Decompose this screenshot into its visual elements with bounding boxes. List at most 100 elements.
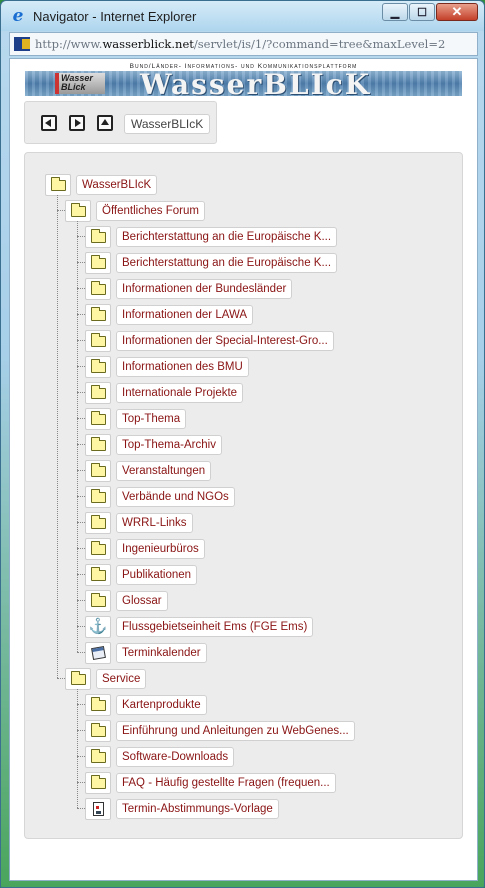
tree-node-item[interactable]: Berichterstattung an die Europäische K..… bbox=[85, 251, 338, 274]
tree-node-item-label[interactable]: Terminkalender bbox=[116, 642, 207, 663]
tree-node-root[interactable]: WasserBLIcK bbox=[45, 173, 158, 196]
banner-logo: Wasser BLick bbox=[55, 73, 105, 94]
folder-icon[interactable] bbox=[85, 537, 111, 560]
tree-node-item[interactable]: Top-Thema bbox=[85, 407, 187, 430]
tree-node-root-label[interactable]: WasserBLIcK bbox=[76, 174, 158, 195]
folder-icon[interactable] bbox=[45, 173, 71, 196]
tree-node-item[interactable]: Internationale Projekte bbox=[85, 381, 244, 404]
close-button[interactable]: ✕ bbox=[436, 3, 478, 21]
document-icon[interactable] bbox=[85, 797, 111, 820]
tree-node-item-label[interactable]: Informationen der Special-Interest-Gro..… bbox=[116, 330, 334, 351]
tree-node-item[interactable]: Einführung und Anleitungen zu WebGenes..… bbox=[85, 719, 355, 742]
tree-connector-line bbox=[77, 704, 85, 705]
anchor-icon[interactable]: ⚓ bbox=[85, 615, 111, 638]
tree-node-group-label[interactable]: Öffentliches Forum bbox=[96, 200, 205, 221]
tree-node-item-label[interactable]: Berichterstattung an die Europäische K..… bbox=[116, 252, 338, 273]
maximize-button[interactable]: ☐ bbox=[409, 3, 435, 21]
tree-connector-line bbox=[57, 195, 58, 678]
folder-icon[interactable] bbox=[65, 199, 91, 222]
tree-connector-line bbox=[77, 496, 85, 497]
tree-node-item[interactable]: Publikationen bbox=[85, 563, 198, 586]
tree-node-item[interactable]: Top-Thema-Archiv bbox=[85, 433, 222, 456]
folder-icon[interactable] bbox=[85, 459, 111, 482]
tree-node-item-label[interactable]: Internationale Projekte bbox=[116, 382, 244, 403]
tree-node-item-label[interactable]: Verbände und NGOs bbox=[116, 486, 235, 507]
tree-connector-line bbox=[77, 689, 78, 808]
tree-node-group-label[interactable]: Service bbox=[96, 668, 147, 689]
folder-icon[interactable] bbox=[85, 563, 111, 586]
forward-button[interactable] bbox=[69, 115, 85, 131]
folder-icon[interactable] bbox=[85, 225, 111, 248]
folder-icon[interactable] bbox=[65, 667, 91, 690]
tree-node-group[interactable]: Öffentliches Forum bbox=[65, 199, 205, 222]
tree-node-item[interactable]: FAQ - Häufig gestellte Fragen (frequen..… bbox=[85, 771, 336, 794]
folder-icon[interactable] bbox=[85, 381, 111, 404]
tree-node-item-label[interactable]: Informationen der LAWA bbox=[116, 304, 254, 325]
tree-node-item[interactable]: Informationen des BMU bbox=[85, 355, 249, 378]
folder-icon[interactable] bbox=[85, 771, 111, 794]
tree-node-item[interactable]: Veranstaltungen bbox=[85, 459, 212, 482]
tree-node-item[interactable]: Terminkalender bbox=[85, 641, 207, 664]
address-bar[interactable]: http://www.wasserblick.net/servlet/is/1/… bbox=[9, 32, 478, 56]
folder-icon[interactable] bbox=[85, 693, 111, 716]
folder-icon[interactable] bbox=[85, 329, 111, 352]
tree-node-item[interactable]: Berichterstattung an die Europäische K..… bbox=[85, 225, 338, 248]
tree-node-item[interactable]: Informationen der LAWA bbox=[85, 303, 254, 326]
tree-connector-line bbox=[77, 314, 85, 315]
folder-icon[interactable] bbox=[85, 485, 111, 508]
tree-node-item-label[interactable]: Publikationen bbox=[116, 564, 198, 585]
tree-connector-line bbox=[77, 288, 85, 289]
folder-icon[interactable] bbox=[85, 407, 111, 430]
folder-icon-graphic bbox=[90, 333, 106, 347]
folder-icon-graphic bbox=[90, 593, 106, 607]
current-location-label[interactable]: WasserBLIcK bbox=[124, 114, 211, 134]
minimize-button[interactable]: ▁ bbox=[382, 3, 408, 21]
tree-node-item[interactable]: Software-Downloads bbox=[85, 745, 235, 768]
tree-connector-line bbox=[77, 756, 85, 757]
folder-icon[interactable] bbox=[85, 303, 111, 326]
tree-node-group[interactable]: Service bbox=[65, 667, 147, 690]
folder-icon[interactable] bbox=[85, 511, 111, 534]
tree-node-item-label[interactable]: Informationen der Bundesländer bbox=[116, 278, 293, 299]
calendar-icon[interactable] bbox=[85, 641, 111, 664]
tree-node-item[interactable]: Verbände und NGOs bbox=[85, 485, 235, 508]
url-domain: wasserblick.net bbox=[102, 37, 194, 51]
tree-node-item[interactable]: Kartenprodukte bbox=[85, 693, 207, 716]
tree-node-item-label[interactable]: Veranstaltungen bbox=[116, 460, 212, 481]
tree-node-item-label[interactable]: FAQ - Häufig gestellte Fragen (frequen..… bbox=[116, 772, 336, 793]
tree-node-item[interactable]: Informationen der Special-Interest-Gro..… bbox=[85, 329, 334, 352]
tree-node-item[interactable]: Ingenieurbüros bbox=[85, 537, 205, 560]
tree-node-item[interactable]: Informationen der Bundesländer bbox=[85, 277, 293, 300]
tree-node-item-label[interactable]: Flussgebietseinheit Ems (FGE Ems) bbox=[116, 616, 314, 637]
tree-node-item-label[interactable]: Berichterstattung an die Europäische K..… bbox=[116, 226, 338, 247]
folder-icon[interactable] bbox=[85, 433, 111, 456]
url-text[interactable]: http://www.wasserblick.net/servlet/is/1/… bbox=[35, 37, 445, 51]
tree-connector-line bbox=[77, 730, 85, 731]
folder-icon[interactable] bbox=[85, 355, 111, 378]
tree-node-item[interactable]: Glossar bbox=[85, 589, 168, 612]
tree-node-item-label[interactable]: Top-Thema bbox=[116, 408, 187, 429]
url-path: /servlet/is/1/?command=tree&maxLevel=2 bbox=[193, 37, 446, 51]
tree-node-item-label[interactable]: Glossar bbox=[116, 590, 168, 611]
title-bar[interactable]: e Navigator - Internet Explorer ▁ ☐ ✕ bbox=[1, 1, 484, 31]
tree-node-item[interactable]: ⚓ Flussgebietseinheit Ems (FGE Ems) bbox=[85, 615, 314, 638]
up-button[interactable] bbox=[97, 115, 113, 131]
folder-icon[interactable] bbox=[85, 277, 111, 300]
tree-node-item-label[interactable]: Ingenieurbüros bbox=[116, 538, 205, 559]
tree-node-item-label[interactable]: Kartenprodukte bbox=[116, 694, 207, 715]
tree-node-item[interactable]: Termin-Abstimmungs-Vorlage bbox=[85, 797, 279, 820]
tree-node-item-label[interactable]: Top-Thema-Archiv bbox=[116, 434, 222, 455]
site-banner[interactable]: Bund/Länder- Informations- und Kommunika… bbox=[25, 63, 462, 96]
tree-node-item-label[interactable]: Einführung und Anleitungen zu WebGenes..… bbox=[116, 720, 355, 741]
tree-node-item-label[interactable]: Termin-Abstimmungs-Vorlage bbox=[116, 798, 279, 819]
back-button[interactable] bbox=[41, 115, 57, 131]
tree-node-item[interactable]: WRRL-Links bbox=[85, 511, 193, 534]
folder-icon[interactable] bbox=[85, 745, 111, 768]
folder-icon-graphic bbox=[90, 463, 106, 477]
tree-node-item-label[interactable]: Software-Downloads bbox=[116, 746, 235, 767]
tree-node-item-label[interactable]: Informationen des BMU bbox=[116, 356, 249, 377]
folder-icon[interactable] bbox=[85, 719, 111, 742]
tree-node-item-label[interactable]: WRRL-Links bbox=[116, 512, 193, 533]
folder-icon[interactable] bbox=[85, 251, 111, 274]
folder-icon[interactable] bbox=[85, 589, 111, 612]
